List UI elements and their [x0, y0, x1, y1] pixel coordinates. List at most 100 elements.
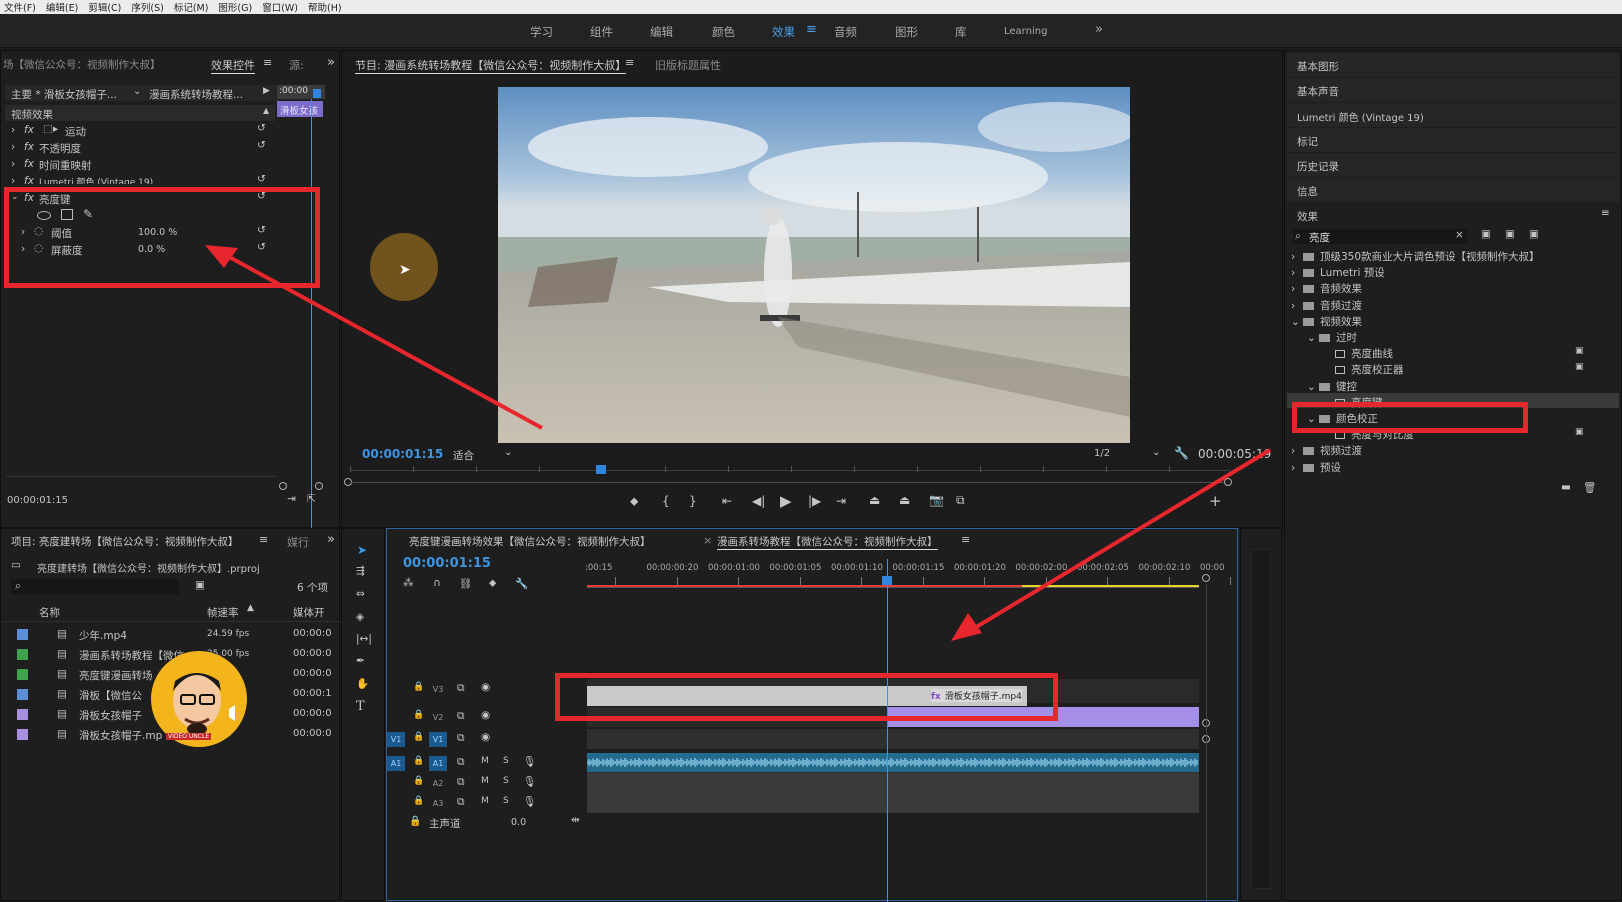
workspace-tab-editing[interactable]: 编辑 — [650, 24, 673, 40]
menu-item[interactable]: 剪辑(C) — [88, 0, 121, 14]
type-tool-icon[interactable]: T — [356, 699, 365, 714]
program-scrollbar[interactable] — [350, 482, 1224, 483]
zoom-handle[interactable] — [279, 482, 287, 490]
reset-icon[interactable]: ↺ — [257, 139, 266, 151]
workspace-tab-learning[interactable]: Learning — [1004, 26, 1047, 37]
effect-motion[interactable]: 运动 — [65, 124, 86, 139]
list-item[interactable]: ▤ 少年.mp4 24.59 fps 00:00:0 — [1, 625, 341, 645]
track-label-v3[interactable]: V3 — [429, 682, 447, 697]
effects-panel-title[interactable]: 效果 — [1297, 209, 1318, 224]
track-a2-lane[interactable] — [587, 773, 1199, 793]
eye-icon[interactable]: ◉ — [481, 681, 490, 693]
label-color-swatch[interactable] — [17, 629, 28, 640]
delete-icon[interactable]: 🗑 — [1583, 481, 1596, 494]
video-frame[interactable] — [498, 87, 1130, 443]
lift-icon[interactable]: ⏏ — [869, 493, 880, 507]
lock-icon[interactable]: 🔒 — [413, 682, 424, 692]
wrench-icon[interactable]: 🔧 — [1174, 446, 1189, 460]
nest-icon[interactable]: ⁂ — [403, 577, 414, 589]
master-end-icon[interactable]: ⇹ — [571, 814, 580, 826]
effects-folder[interactable]: ⌄ 过时 — [1307, 330, 1357, 345]
sync-lock-icon[interactable]: ⧉ — [457, 756, 465, 769]
mark-out-icon[interactable]: } — [689, 494, 697, 508]
collapse-icon[interactable]: ▲ — [263, 106, 269, 115]
label-color-swatch[interactable] — [17, 709, 28, 720]
zoom-handle[interactable] — [1224, 478, 1232, 486]
effects-item[interactable]: 亮度校正器 — [1323, 362, 1404, 377]
fx-icon[interactable]: fx — [24, 124, 34, 136]
workspace-tab-assembly[interactable]: 组件 — [590, 24, 613, 40]
mute-button[interactable]: M — [481, 796, 489, 806]
mute-button[interactable]: M — [481, 756, 489, 766]
button-editor-icon[interactable]: + — [1209, 492, 1222, 510]
workspace-tab-learn[interactable]: 学习 — [530, 24, 553, 40]
slip-tool-icon[interactable]: |↔| — [356, 633, 372, 645]
menu-item[interactable]: 窗口(W) — [262, 0, 298, 14]
play-only-icon[interactable]: ▶ — [263, 86, 270, 96]
effects-folder[interactable]: ⌄ 视频效果 — [1291, 314, 1362, 329]
mini-clip[interactable]: 滑板女孩 — [277, 101, 323, 117]
effect-lumetri[interactable]: Lumetri 颜色 (Vintage 19) — [39, 175, 153, 184]
tab-program[interactable]: 节目: 漫画系统转场教程【微信公众号：视频制作大叔】 — [355, 57, 627, 74]
workspace-tab-libraries[interactable]: 库 — [955, 24, 967, 40]
effects-folder[interactable]: › 预设 — [1291, 460, 1341, 475]
workspace-tab-audio[interactable]: 音频 — [834, 24, 857, 40]
tab-source[interactable]: 源: — [289, 57, 304, 73]
timeline-tab-1[interactable]: 亮度键漫画转场效果【微信公众号：视频制作大叔】 — [409, 534, 651, 549]
eye-icon[interactable]: ◉ — [481, 709, 490, 721]
menu-item[interactable]: 文件(F) — [4, 0, 36, 14]
tab-menu-icon[interactable]: ≡ — [263, 56, 272, 69]
panel-overflow-icon[interactable]: » — [327, 55, 335, 70]
fit-dropdown[interactable]: 适合 — [453, 448, 474, 463]
effects-folder[interactable]: › 顶级350款商业大片调色预设【视频制作大叔】 — [1291, 249, 1540, 264]
new-bin-icon[interactable]: ▣ — [195, 579, 205, 591]
tab-legacy-title[interactable]: 旧版标题属性 — [655, 57, 721, 73]
track-v1-lane[interactable] — [587, 729, 1199, 749]
lock-icon[interactable]: 🔒 — [413, 756, 424, 766]
effects-search-input[interactable]: ⌕ 亮度 × — [1293, 229, 1467, 244]
sequence-label[interactable]: 漫画系统转场教程... — [149, 87, 243, 102]
effects-menu-icon[interactable]: ≡ — [1601, 207, 1610, 219]
lock-icon[interactable]: 🔒 — [409, 816, 421, 827]
source-clip-label[interactable]: 主要 * 滑板女孩帽子... — [11, 87, 117, 102]
workspace-overflow-icon[interactable]: » — [1095, 22, 1103, 37]
source-patch-a1[interactable]: A1 — [387, 756, 405, 771]
mark-in-icon[interactable]: { — [662, 494, 670, 508]
expand-icon[interactable]: › — [11, 158, 15, 170]
mini-playhead[interactable] — [313, 89, 321, 98]
source-dropdown-icon[interactable]: ⌄ — [133, 86, 141, 97]
yuv-effects-icon[interactable]: ▣ — [1529, 228, 1539, 240]
sync-lock-icon[interactable]: ⧉ — [457, 682, 465, 695]
track-label-v1[interactable]: V1 — [429, 732, 447, 747]
accelerated-effects-icon[interactable]: ▣ — [1481, 228, 1491, 240]
tab-effect-controls[interactable]: 效果控件 — [211, 57, 255, 74]
expand-icon[interactable]: › — [11, 141, 15, 153]
lock-icon[interactable]: 🔒 — [413, 796, 424, 806]
panel-markers[interactable]: 标记 — [1287, 128, 1619, 152]
master-volume[interactable]: 0.0 — [511, 817, 526, 828]
chevron-right-icon[interactable]: › — [1291, 267, 1303, 279]
tab-project[interactable]: 项目: 亮度建转场【微信公众号：视频制作大叔】 — [11, 534, 238, 549]
reset-icon[interactable]: ↺ — [257, 122, 266, 134]
chevron-down-icon[interactable]: ⌄ — [1291, 316, 1303, 328]
microphone-icon[interactable]: 🎙 — [523, 795, 536, 808]
track-label-a2[interactable]: A2 — [429, 776, 447, 791]
play-icon[interactable]: ▶ — [780, 492, 792, 510]
track-select-tool-icon[interactable]: ⇶ — [356, 565, 365, 577]
vertical-scrollbar[interactable] — [1206, 584, 1207, 902]
panel-tab-prev[interactable]: 场【微信公众号：视频制作大叔】 — [3, 57, 161, 72]
step-forward-icon[interactable]: |▶ — [808, 494, 821, 508]
tab-menu-icon[interactable]: ≡ — [961, 533, 970, 546]
linked-selection-icon[interactable]: ⛓ — [459, 577, 472, 590]
lock-icon[interactable]: 🔒 — [413, 776, 424, 786]
source-patch-v1[interactable]: V1 — [387, 732, 405, 747]
export-icon[interactable]: ⇱ — [307, 493, 316, 505]
effect-time-remap[interactable]: 时间重映射 — [39, 158, 92, 173]
chevron-down-icon[interactable]: ⌄ — [1307, 381, 1319, 393]
quality-dropdown[interactable]: 1/2 — [1094, 448, 1110, 459]
expand-icon[interactable]: › — [11, 175, 15, 187]
solo-button[interactable]: S — [503, 756, 509, 766]
pen-tool-icon[interactable]: ✒ — [356, 655, 365, 667]
eye-icon[interactable]: ◉ — [481, 731, 490, 743]
timeline-playhead[interactable] — [882, 576, 892, 585]
